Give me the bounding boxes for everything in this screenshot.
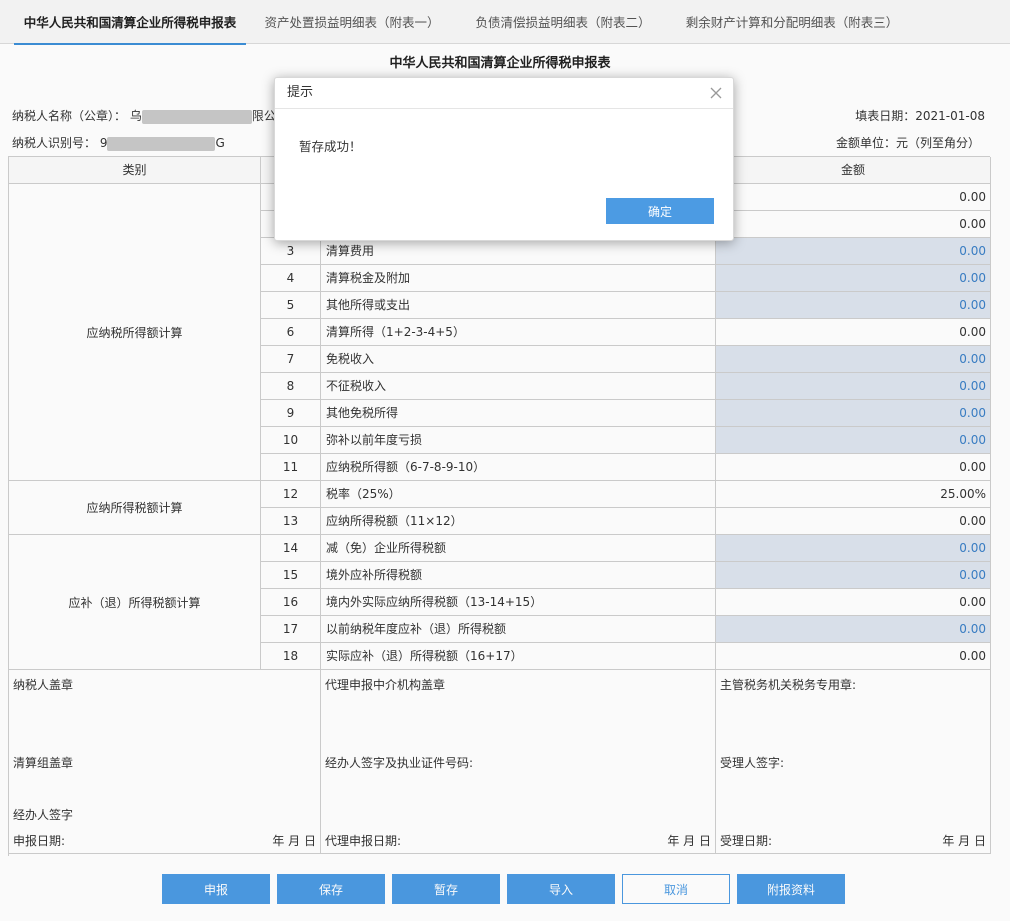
ok-button[interactable]: 确定 — [606, 198, 714, 224]
dialog-title: 提示 — [275, 78, 733, 109]
alert-dialog: 提示 暂存成功！ 确定 — [274, 77, 734, 241]
dialog-message: 暂存成功！ — [299, 139, 362, 154]
close-icon[interactable] — [707, 84, 725, 102]
